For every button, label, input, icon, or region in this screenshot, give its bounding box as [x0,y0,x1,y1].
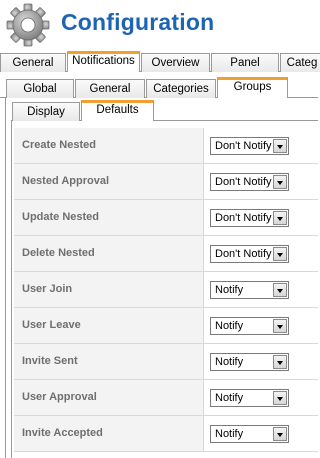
select-value: Notify [215,320,244,332]
select-value: Notify [215,428,244,440]
setting-row-delete-nested: Delete Nested Don't Notify [14,236,318,272]
select-value: Notify [215,284,244,296]
setting-label: User Join [22,283,73,295]
chevron-down-icon[interactable] [273,247,287,261]
setting-row-invite-sent: Invite Sent Notify [14,344,318,380]
select-value: Don't Notify [215,176,272,188]
chevron-down-icon[interactable] [273,319,287,333]
tab-panel[interactable]: Panel [211,53,279,72]
chevron-down-icon[interactable] [273,175,287,189]
setting-label: Update Nested [22,211,100,223]
notify-select-update-nested[interactable]: Don't Notify [210,209,289,227]
tab-groups[interactable]: Groups [217,77,288,98]
setting-row-nested-approval: Nested Approval Don't Notify [14,164,318,200]
chevron-down-icon[interactable] [273,283,287,297]
setting-row-user-leave: User Leave Notify [14,308,318,344]
tab-overview[interactable]: Overview [141,53,210,72]
tab-notifications[interactable]: Notifications [67,51,140,72]
setting-label: Delete Nested [22,247,95,259]
notify-select-user-leave[interactable]: Notify [210,317,289,335]
chevron-down-icon[interactable] [273,355,287,369]
panel-border-inner [11,120,12,458]
tab-defaults[interactable]: Defaults [81,100,154,121]
tab-categories-main[interactable]: Categ [280,53,320,72]
setting-row-create-nested: Create Nested Don't Notify [14,128,318,164]
setting-label: User Approval [22,391,97,403]
tab-display[interactable]: Display [12,102,80,121]
setting-label: Create Nested [22,139,96,151]
setting-label: User Leave [22,319,81,331]
chevron-down-icon[interactable] [273,211,287,225]
select-value: Notify [215,356,244,368]
select-value: Don't Notify [215,248,272,260]
select-value: Don't Notify [215,140,272,152]
setting-row-user-join: User Join Notify [14,272,318,308]
notify-select-user-join[interactable]: Notify [210,281,289,299]
setting-row-invite-accepted: Invite Accepted Notify [14,416,318,452]
tab-general[interactable]: General [0,53,66,72]
gear-icon [6,3,50,47]
page-header: Configuration [0,0,318,50]
tab-categories[interactable]: Categories [146,79,216,98]
select-value: Notify [215,392,244,404]
page-title: Configuration [61,9,215,35]
tab-general-sub[interactable]: General [75,79,145,98]
select-value: Don't Notify [215,212,272,224]
setting-label: Nested Approval [22,175,110,187]
notify-select-delete-nested[interactable]: Don't Notify [210,245,289,263]
notify-select-invite-accepted[interactable]: Notify [210,425,289,443]
setting-row-user-approval: User Approval Notify [14,380,318,416]
notify-select-invite-sent[interactable]: Notify [210,353,289,371]
panel-border [5,97,6,458]
chevron-down-icon[interactable] [273,391,287,405]
tab-global[interactable]: Global [6,79,74,98]
setting-label: Invite Sent [22,355,78,367]
notify-select-create-nested[interactable]: Don't Notify [210,137,289,155]
chevron-down-icon[interactable] [273,139,287,153]
notify-select-user-approval[interactable]: Notify [210,389,289,407]
notify-select-nested-approval[interactable]: Don't Notify [210,173,289,191]
chevron-down-icon[interactable] [273,427,287,441]
setting-row-update-nested: Update Nested Don't Notify [14,200,318,236]
setting-label: Invite Accepted [22,427,103,439]
